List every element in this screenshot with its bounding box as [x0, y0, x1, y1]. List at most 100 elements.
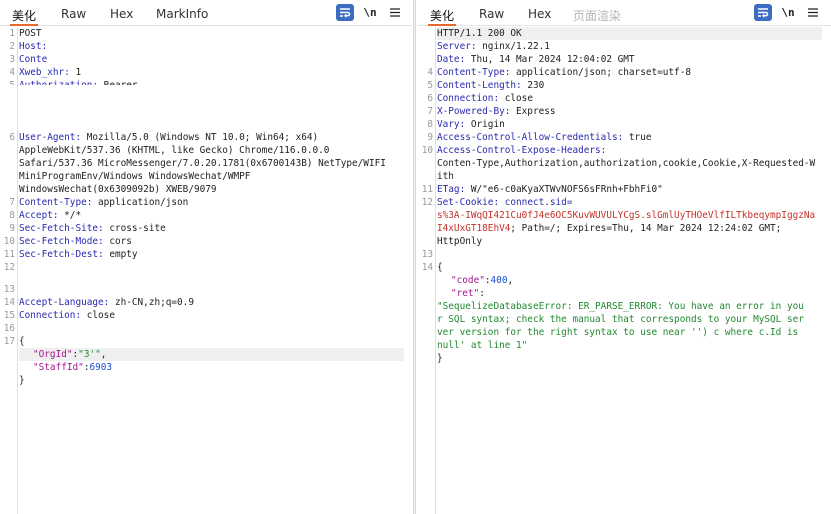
pane-splitter[interactable]	[413, 0, 416, 514]
json-value-staffid: 6903	[89, 362, 113, 373]
blank-line: 13	[418, 248, 831, 261]
json-ret-value-line: null' at line 1"	[418, 339, 831, 352]
line-number: 11	[421, 184, 433, 195]
request-line: WindowsWechat(0x6309092b) XWEB/9079	[0, 183, 412, 196]
header-name: Set-Cookie:	[437, 197, 500, 208]
request-editor[interactable]: 1 POST2Host:3Conte4 Xweb_xhr: 15 Authorizat…	[0, 27, 412, 514]
request-line: 9 Sec-Fetch-Site: cross-site	[0, 222, 412, 235]
json-key-ret: "ret"	[451, 288, 480, 299]
request-line: 11 Sec-Fetch-Dest: empty	[0, 248, 412, 261]
request-newline-toggle[interactable]: \n	[362, 4, 378, 21]
line-number: 9	[427, 132, 433, 143]
header-value: AppleWebKit/537.36 (KHTML, like Gecko) C…	[19, 145, 330, 156]
line-number: 2	[9, 41, 15, 52]
header-name: Accept-Language:	[19, 297, 110, 308]
header-value: close	[81, 310, 115, 321]
response-tab-raw[interactable]: Raw	[479, 7, 504, 21]
json-value-code: 400	[490, 275, 508, 286]
header-name: Sec-Fetch-Site:	[19, 223, 104, 234]
cookie-flag-line: HttpOnly	[418, 235, 831, 248]
cookie-httponly: HttpOnly	[437, 236, 483, 247]
line-number: 5	[0, 79, 15, 85]
header-value: close	[499, 93, 533, 104]
response-header-line: ith	[418, 170, 831, 183]
request-body-close: }	[19, 375, 25, 386]
header-name: Access-Control-Expose-Headers:	[437, 145, 607, 156]
line-number: 9	[9, 223, 15, 234]
json-value-ret: "SequelizeDatabaseError: ER_PARSE_ERROR:…	[437, 301, 804, 312]
header-value: W/"e6-c0aKyaXTWvNOFS6sFRnh+FbhFi0"	[465, 184, 663, 195]
request-line: 2 Host:	[0, 40, 412, 53]
line-number: 15	[3, 310, 15, 321]
request-menu-icon[interactable]	[388, 4, 402, 21]
request-line: 16	[0, 322, 412, 335]
header-name: Connection:	[19, 310, 82, 321]
response-tab-render[interactable]: 页面渲染	[573, 7, 621, 24]
wrap-lines-icon	[758, 8, 769, 18]
response-newline-toggle[interactable]: \n	[780, 4, 796, 21]
header-name: Content-Length:	[437, 80, 522, 91]
header-value: Express	[510, 106, 556, 117]
response-tab-hex[interactable]: Hex	[528, 7, 551, 21]
response-menu-icon[interactable]	[806, 4, 820, 21]
header-value: true	[623, 132, 652, 143]
response-pane: 美化 Raw Hex 页面渲染 \n HTTP/1.1 200 OK Serve…	[418, 0, 831, 514]
request-wrap-toggle[interactable]	[336, 4, 354, 21]
line-number: 16	[3, 323, 15, 334]
json-ret-value-line: ver version for the right syntax to use …	[418, 326, 831, 339]
cookie-value: s%3A-IWqQI421Cu0fJ4e6OC5KuvWUVULYCgS.slG…	[437, 210, 816, 221]
request-tab-raw[interactable]: Raw	[61, 7, 86, 21]
request-line: 3 Conte	[0, 53, 412, 66]
json-key-staffid: "StaffId"	[33, 362, 84, 373]
cookie-attributes: ; Path=/; Expires=Thu, 14 Mar 2024 12:24…	[510, 223, 782, 234]
cookie-value-line: I4xUxGT18EhV4; Path=/; Expires=Thu, 14 M…	[418, 222, 831, 235]
header-name: Date:	[437, 54, 466, 65]
json-value-ret: null' at line 1"	[437, 340, 528, 351]
line-number: 4	[9, 67, 15, 78]
header-name: Xweb_xhr:	[19, 67, 70, 78]
response-header-line: 11 ETag: W/"e6-c0aKyaXTWvNOFS6sFRnh+FbhFi…	[418, 183, 831, 196]
request-tab-pretty[interactable]: 美化	[9, 7, 39, 26]
response-header-line: Server: nginx/1.22.1	[418, 40, 831, 53]
line-number: 13	[3, 284, 15, 295]
header-name: Sec-Fetch-Mode:	[19, 236, 104, 247]
json-code-line: "code":400,	[451, 275, 514, 286]
header-value: ith	[437, 171, 454, 182]
cookie-value-line: s%3A-IWqQI421Cu0fJ4e6OC5KuvWUVULYCgS.slG…	[418, 209, 831, 222]
request-line: 10 Sec-Fetch-Mode: cors	[0, 235, 412, 248]
header-name: Authorization:	[19, 80, 98, 85]
header-value: Bearer	[98, 80, 138, 85]
header-value: {	[19, 336, 25, 347]
header-value: zh-CN,zh;q=0.9	[109, 297, 194, 308]
json-value-ret: r SQL syntax; check the manual that corr…	[437, 314, 804, 325]
request-tab-hex[interactable]: Hex	[110, 7, 133, 21]
response-tabbar: 美化 Raw Hex 页面渲染 \n	[418, 0, 831, 26]
header-value: cors	[103, 236, 132, 247]
line-number: 4	[427, 67, 433, 78]
json-key-code: "code"	[451, 275, 485, 286]
json-open-line: 14{	[418, 261, 831, 274]
line-number: 5	[427, 80, 433, 91]
line-number: 1	[9, 28, 15, 39]
header-value: Origin	[465, 119, 505, 130]
hamburger-menu-icon	[808, 8, 818, 17]
header-value: MiniProgramEnv/Windows WindowsWechat/WMP…	[19, 171, 251, 182]
json-key-orgid: "OrgId"	[33, 349, 73, 360]
request-tab-markinfo[interactable]: MarkInfo	[156, 7, 208, 21]
cookie-value: I4xUxGT18EhV4	[437, 223, 511, 234]
response-editor[interactable]: HTTP/1.1 200 OK Server: nginx/1.22.1 Date…	[418, 27, 831, 514]
response-tab-pretty[interactable]: 美化	[427, 7, 457, 26]
header-name: Connection:	[437, 93, 500, 104]
request-line: 5 Authorization: Bearer	[0, 79, 412, 85]
response-wrap-toggle[interactable]	[754, 4, 772, 21]
request-line: 15 Connection: close	[0, 309, 412, 322]
line-number: 7	[9, 197, 15, 208]
json-close-line: }	[437, 353, 443, 364]
json-ret-value-line: "SequelizeDatabaseError: ER_PARSE_ERROR:…	[418, 300, 831, 313]
header-value: POST	[19, 28, 42, 39]
line-number: 8	[9, 210, 15, 221]
header-value: Conten-Type,Authorization,authorization,…	[437, 158, 816, 169]
request-line: AppleWebKit/537.36 (KHTML, like Gecko) C…	[0, 144, 412, 157]
response-header-line: Conten-Type,Authorization,authorization,…	[418, 157, 831, 170]
header-value: application/json	[92, 197, 189, 208]
